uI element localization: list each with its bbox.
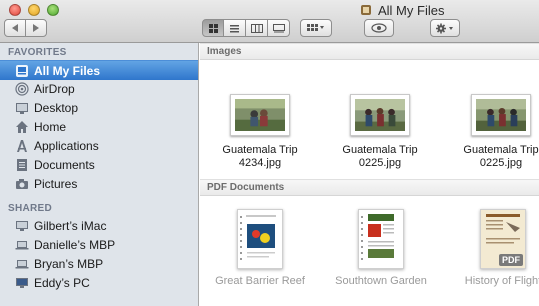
sidebar-item-applications[interactable]: Applications (0, 136, 198, 155)
sidebar-item-label: Documents (34, 157, 95, 172)
file-browser: Images Guatemala Trip 4234.jpg Guatemala… (200, 43, 539, 306)
sidebar-item-label: Eddy’s PC (34, 275, 90, 290)
sidebar-item-airdrop[interactable]: AirDrop (0, 79, 198, 98)
file-name: Southtown Garden (335, 275, 427, 287)
sidebar-item-eddys-pc[interactable]: Eddy’s PC (0, 273, 198, 292)
home-icon (15, 120, 29, 134)
back-arrow-icon (12, 24, 18, 32)
applications-icon (15, 139, 29, 153)
finder-window: All My Files FAVORITES All My Files AirD… (0, 0, 539, 306)
all-files-icon (15, 64, 29, 78)
view-mode-segmented-control (202, 19, 290, 37)
action-button[interactable] (430, 19, 460, 37)
toolbar: All My Files (0, 0, 539, 43)
sidebar-item-danielles-mbp[interactable]: Danielle’s MBP (0, 235, 198, 254)
sidebar-item-label: AirDrop (34, 81, 75, 96)
sidebar-item-bryans-mbp[interactable]: Bryan’s MBP (0, 254, 198, 273)
pdf-thumbnail: PDF (480, 209, 526, 269)
column-view-button[interactable] (246, 19, 268, 37)
file-item[interactable]: PDF History of Flight (448, 209, 539, 287)
minimize-window-button[interactable] (28, 4, 40, 16)
laptop-icon (15, 257, 29, 271)
image-thumbnail (471, 94, 531, 136)
file-name: Guatemala Trip 0225.jpg (342, 144, 418, 169)
close-window-button[interactable] (9, 4, 21, 16)
sidebar-item-label: Gilbert’s iMac (34, 218, 107, 233)
sidebar-item-desktop[interactable]: Desktop (0, 98, 198, 117)
icon-view-icon (208, 23, 218, 33)
documents-icon (15, 158, 29, 172)
coverflow-view-button[interactable] (268, 19, 290, 37)
pc-icon (15, 276, 29, 290)
forward-button[interactable] (25, 19, 47, 37)
back-button[interactable] (4, 19, 26, 37)
favorites-header: FAVORITES (8, 47, 67, 58)
group-header-images: Images (200, 43, 539, 60)
window-title-text: All My Files (378, 2, 445, 18)
quick-look-button[interactable] (364, 19, 394, 37)
column-view-icon (250, 23, 263, 33)
file-name: Great Barrier Reef (215, 275, 305, 287)
sidebar-item-label: Pictures (34, 176, 78, 191)
all-files-icon (360, 4, 372, 16)
zoom-window-button[interactable] (47, 4, 59, 16)
sidebar: FAVORITES All My Files AirDrop Desktop H… (0, 43, 199, 306)
sidebar-item-label: Home (34, 119, 67, 134)
file-name: Guatemala Trip 0225.jpg (463, 144, 539, 169)
image-thumbnail (230, 94, 290, 136)
airdrop-icon (15, 81, 29, 96)
coverflow-view-icon (272, 23, 285, 32)
sidebar-item-label: Applications (34, 138, 99, 153)
sidebar-item-label: All My Files (34, 63, 101, 78)
list-view-icon (230, 24, 239, 32)
file-item[interactable]: Great Barrier Reef (205, 209, 315, 287)
sidebar-item-label: Danielle’s MBP (34, 237, 116, 252)
sidebar-item-gilberts-imac[interactable]: Gilbert’s iMac (0, 216, 198, 235)
group-header-label: PDF Documents (207, 182, 285, 193)
file-item[interactable]: Guatemala Trip 0225.jpg (451, 94, 539, 170)
sidebar-item-documents[interactable]: Documents (0, 155, 198, 174)
file-item[interactable]: Southtown Garden (326, 209, 436, 287)
sidebar-item-pictures[interactable]: Pictures (0, 174, 198, 193)
camera-icon (15, 177, 29, 191)
laptop-icon (15, 238, 29, 252)
file-name: Guatemala Trip 4234.jpg (222, 144, 298, 169)
sidebar-item-all-my-files[interactable]: All My Files (0, 60, 198, 80)
pdf-thumbnail (237, 209, 283, 269)
sidebar-item-label: Desktop (34, 100, 79, 115)
pdf-thumbnail (358, 209, 404, 269)
file-name: History of Flight (464, 275, 539, 287)
desktop-icon (15, 101, 29, 115)
pdf-badge: PDF (499, 254, 523, 266)
arrange-button[interactable] (300, 19, 332, 37)
sidebar-item-label: Bryan’s MBP (34, 256, 104, 271)
file-item[interactable]: Guatemala Trip 0225.jpg (330, 94, 430, 170)
sidebar-item-home[interactable]: Home (0, 117, 198, 136)
icon-view-button[interactable] (202, 19, 224, 37)
forward-arrow-icon (33, 24, 39, 32)
gear-icon (436, 23, 453, 33)
group-header-pdf-documents: PDF Documents (200, 179, 539, 196)
shared-header: SHARED (8, 203, 53, 214)
image-thumbnail (350, 94, 410, 136)
window-title: All My Files (360, 2, 444, 18)
imac-icon (15, 219, 29, 233)
file-item[interactable]: Guatemala Trip 4234.jpg (210, 94, 310, 170)
list-view-button[interactable] (224, 19, 246, 37)
eye-icon (371, 23, 387, 33)
group-header-label: Images (207, 46, 242, 57)
arrange-grid-icon (307, 24, 324, 31)
